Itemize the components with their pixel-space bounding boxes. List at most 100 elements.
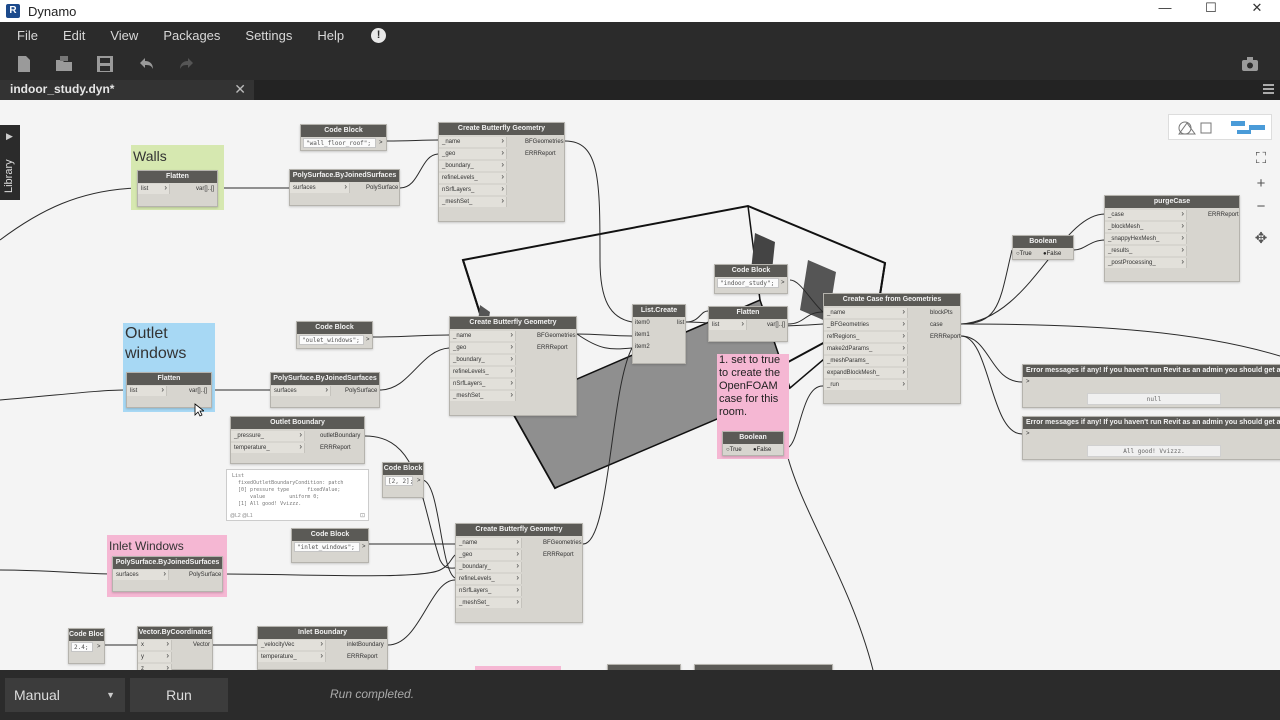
code-input[interactable]: "oulet_windows"; xyxy=(299,335,364,345)
node-boolean-purge[interactable]: Boolean ○True ●False xyxy=(1012,235,1074,260)
port-item2[interactable]: item2 xyxy=(635,342,650,352)
run-button[interactable]: Run xyxy=(130,678,228,712)
node-code-block-inlet[interactable]: Code Block "inlet_windows"; > xyxy=(291,528,369,563)
port-list[interactable]: list xyxy=(709,319,747,330)
port-var[interactable]: var[]..[] xyxy=(196,184,214,194)
port-make2d-params[interactable]: make2dParams_ xyxy=(824,343,908,354)
undo-icon[interactable] xyxy=(137,55,155,73)
port-bfgeometries[interactable]: BFGeometries xyxy=(543,538,582,548)
port-refine-levels[interactable]: refineLevels_ xyxy=(439,172,507,183)
port-polysurface[interactable]: PolySurface xyxy=(345,386,377,396)
port-in[interactable]: > xyxy=(1026,377,1030,387)
maximize-button[interactable]: ☐ xyxy=(1188,0,1234,18)
node-boolean-run[interactable]: Boolean ○True ●False xyxy=(722,431,784,456)
port-outletboundary[interactable]: outletBoundary xyxy=(320,431,360,441)
port-errreport[interactable]: ERRReport xyxy=(930,332,961,342)
port-surfaces[interactable]: surfaces xyxy=(271,385,331,396)
preview-expand-icon[interactable]: ⊡ xyxy=(360,511,365,521)
node-polysurface-outlet[interactable]: PolySurface.ByJoinedSurfaces surfaces Po… xyxy=(270,372,380,408)
graph-view-icon[interactable] xyxy=(1229,119,1267,136)
minimize-button[interactable]: — xyxy=(1142,0,1188,18)
port-nsrf-layers[interactable]: nSrfLayers_ xyxy=(439,184,507,195)
menu-edit[interactable]: Edit xyxy=(63,28,85,43)
port-y[interactable]: y xyxy=(138,651,172,662)
port-out[interactable]: > xyxy=(366,335,370,345)
port-list[interactable]: list xyxy=(677,318,684,328)
port-errreport[interactable]: ERRReport xyxy=(1208,210,1239,220)
hamburger-menu-icon[interactable] xyxy=(1263,84,1274,94)
port-item0[interactable]: item0 xyxy=(635,318,650,328)
port-nsrf-layers[interactable]: nSrfLayers_ xyxy=(450,378,516,389)
port-mesh-set[interactable]: _meshSet_ xyxy=(439,196,507,207)
port-errreport[interactable]: ERRReport xyxy=(543,550,574,560)
port-bfgeometries[interactable]: BFGeometries xyxy=(537,331,576,341)
port-pressure[interactable]: _pressure_ xyxy=(231,430,305,441)
port-mesh-params[interactable]: _meshParams_ xyxy=(824,355,908,366)
code-input[interactable]: 2.4; xyxy=(71,642,93,652)
camera-icon[interactable] xyxy=(1241,55,1259,73)
port-run[interactable]: _run xyxy=(824,379,908,390)
node-polysurface-inlet[interactable]: PolySurface.ByJoinedSurfaces surfaces Po… xyxy=(112,556,223,592)
port-block-mesh[interactable]: _blockMesh_ xyxy=(1105,221,1187,232)
port-out[interactable]: > xyxy=(362,542,366,552)
menu-packages[interactable]: Packages xyxy=(163,28,220,43)
port-x[interactable]: x xyxy=(138,639,172,650)
port-out[interactable]: > xyxy=(781,278,785,288)
port-surfaces[interactable]: surfaces xyxy=(290,182,350,193)
port-velocity[interactable]: _velocityVec xyxy=(258,639,326,650)
new-file-icon[interactable] xyxy=(15,55,33,73)
code-input[interactable]: "inlet_windows"; xyxy=(294,542,360,552)
code-input[interactable]: "indoor_study"; xyxy=(717,278,779,288)
toggle-false[interactable]: ●False xyxy=(1043,249,1061,259)
port-geo[interactable]: _geo xyxy=(450,342,516,353)
node-flatten-combined[interactable]: Flatten list var[]..[] xyxy=(708,306,788,342)
port-out[interactable]: > xyxy=(379,138,383,148)
port-case[interactable]: _case xyxy=(1105,209,1187,220)
port-temperature[interactable]: temperature_ xyxy=(258,651,326,662)
port-name[interactable]: _name xyxy=(456,537,522,548)
port-bfgeometries[interactable]: BFGeometries xyxy=(525,137,564,147)
node-vector-by-coordinates[interactable]: Vector.ByCoordinates x y z Vector xyxy=(137,626,213,670)
port-name[interactable]: _name xyxy=(450,330,516,341)
port-expand-block-mesh[interactable]: expandBlockMesh_ xyxy=(824,367,908,378)
toggle-true[interactable]: ○True xyxy=(726,445,742,455)
tab-close-icon[interactable]: ✕ xyxy=(234,81,246,98)
port-boundary[interactable]: _boundary_ xyxy=(450,354,516,365)
port-snappy-hex-mesh[interactable]: _snappyHexMesh_ xyxy=(1105,233,1187,244)
port-ref-regions[interactable]: refRegions_ xyxy=(824,331,908,342)
menu-file[interactable]: File xyxy=(17,28,38,43)
port-polysurface[interactable]: PolySurface xyxy=(189,570,221,580)
menu-help[interactable]: Help xyxy=(317,28,344,43)
node-purge-case[interactable]: purgeCase _case _blockMesh_ _snappyHexMe… xyxy=(1104,195,1240,282)
port-nsrf-layers[interactable]: nSrfLayers_ xyxy=(456,585,522,596)
node-code-block-numbers[interactable]: Code Block [2, 2]; > xyxy=(382,462,424,498)
node-butterfly-geometry-outlet[interactable]: Create Butterfly Geometry _name _geo _bo… xyxy=(449,316,577,416)
port-mesh-set[interactable]: _meshSet_ xyxy=(450,390,516,401)
port-boundary[interactable]: _boundary_ xyxy=(456,561,522,572)
node-code-block-wall[interactable]: Code Block "wall_floor_roof"; > xyxy=(300,124,387,151)
port-geo[interactable]: _geo xyxy=(456,549,522,560)
port-item1[interactable]: item1 xyxy=(635,330,650,340)
port-errreport[interactable]: ERRReport xyxy=(537,343,568,353)
node-list-create[interactable]: List.Create item0 item1 item2 list xyxy=(632,304,686,364)
port-boundary[interactable]: _boundary_ xyxy=(439,160,507,171)
code-input[interactable]: "wall_floor_roof"; xyxy=(303,138,376,148)
run-mode-dropdown[interactable]: Manual ▼ xyxy=(5,678,125,712)
port-var[interactable]: var[]..[] xyxy=(189,386,207,396)
port-blockpts[interactable]: blockPts xyxy=(930,308,953,318)
port-errreport[interactable]: ERRReport xyxy=(347,652,378,662)
port-results[interactable]: _results_ xyxy=(1105,245,1187,256)
port-name[interactable]: _name xyxy=(439,136,507,147)
port-inletboundary[interactable]: inletBoundary xyxy=(347,640,384,650)
menu-settings[interactable]: Settings xyxy=(245,28,292,43)
node-butterfly-geometry-inlet[interactable]: Create Butterfly Geometry _name _geo _bo… xyxy=(455,523,583,623)
tab-indoor-study[interactable]: indoor_study.dyn* ✕ xyxy=(0,80,254,100)
port-list[interactable]: list xyxy=(127,385,167,396)
menu-view[interactable]: View xyxy=(110,28,138,43)
port-out[interactable]: > xyxy=(417,476,421,486)
node-error-watch-2[interactable]: Error messages if any! If you haven't ru… xyxy=(1022,416,1280,460)
port-mesh-set[interactable]: _meshSet_ xyxy=(456,597,522,608)
pan-icon[interactable]: ✥ xyxy=(1250,228,1272,250)
node-flatten-walls[interactable]: Flatten list var[]..[] xyxy=(137,170,218,207)
port-temperature[interactable]: temperature_ xyxy=(231,442,305,453)
